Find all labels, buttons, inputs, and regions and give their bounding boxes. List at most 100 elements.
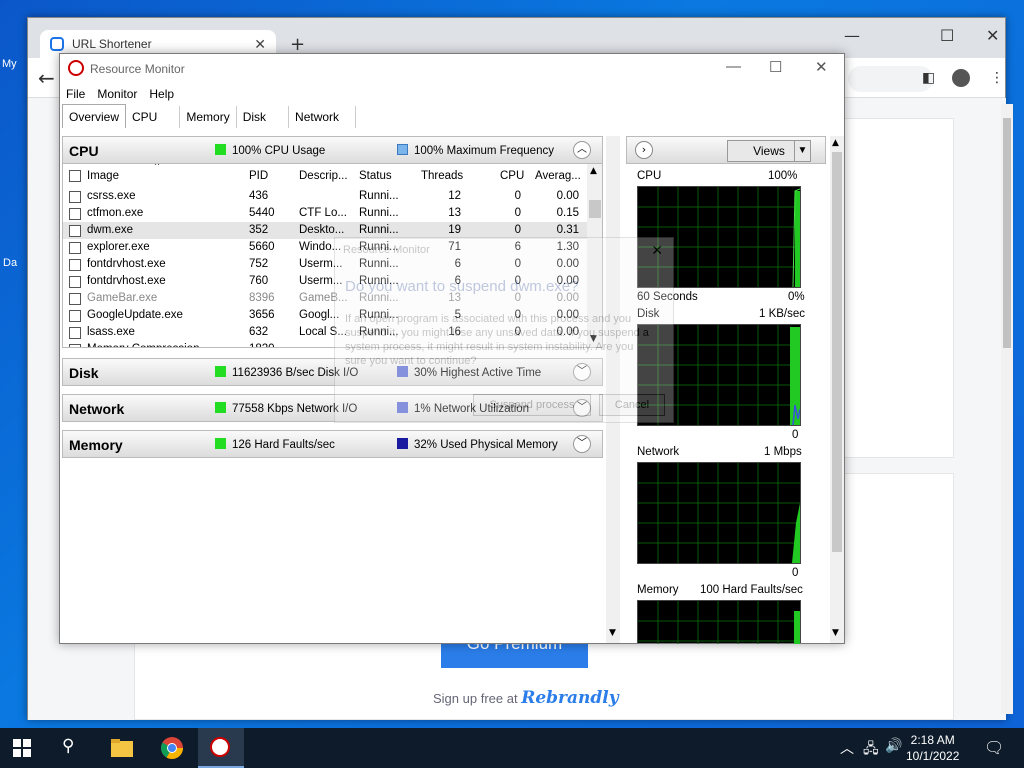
- tab-memory[interactable]: Memory: [180, 106, 237, 128]
- table-row[interactable]: ctfmon.exe 5440 CTF Lo... Runni... 13 0 0.15: [63, 205, 587, 222]
- cell-threads: 12: [448, 190, 461, 202]
- cpu-graph-max: 100%: [768, 170, 798, 182]
- menu-kebab-icon[interactable]: ⋮: [990, 70, 1004, 86]
- minimize-icon[interactable]: —: [726, 58, 741, 75]
- cell-avg: 0.15: [556, 207, 579, 219]
- sort-arrow-icon: ^: [155, 164, 160, 170]
- close-icon[interactable]: ✕: [815, 58, 828, 76]
- tab-network[interactable]: Network: [289, 106, 357, 128]
- tab-overview[interactable]: Overview: [62, 104, 127, 128]
- window-title: Resource Monitor: [90, 62, 185, 76]
- row-checkbox[interactable]: [69, 276, 81, 288]
- memory-graph-max: 100 Hard Faults/sec: [700, 584, 803, 596]
- resource-monitor-taskbar-item[interactable]: [198, 728, 244, 768]
- memory-graph-plot: [638, 601, 800, 644]
- cell-pid: 352: [249, 224, 269, 236]
- signup-line: Sign up free at Rebrandly: [433, 688, 619, 708]
- cell-desc: Deskto...: [299, 224, 345, 236]
- close-tab-icon[interactable]: ✕: [254, 36, 266, 53]
- scrollbar-thumb[interactable]: [1003, 118, 1011, 348]
- cell-threads: 19: [448, 224, 461, 236]
- cell-image: csrss.exe: [87, 190, 136, 202]
- row-checkbox[interactable]: [69, 259, 81, 271]
- start-windows-icon[interactable]: [13, 739, 31, 757]
- cell-image: fontdrvhost.exe: [87, 258, 166, 270]
- table-row[interactable]: csrss.exe 436 Runni... 12 0 0.00: [63, 188, 587, 205]
- cpu-frequency-metric: 100% Maximum Frequency: [397, 144, 554, 157]
- cpu-section-header[interactable]: CPU 100% CPU Usage 100% Maximum Frequenc…: [62, 136, 603, 164]
- col-average[interactable]: Averag...: [535, 170, 581, 182]
- clock-time: 2:18 AM: [910, 733, 955, 747]
- maximize-icon[interactable]: ☐: [940, 26, 954, 45]
- page-scrollbar[interactable]: [1001, 104, 1013, 714]
- cell-image: Memory Compression: [87, 343, 237, 347]
- row-checkbox[interactable]: [69, 191, 81, 203]
- network-icon[interactable]: 🖧: [863, 738, 879, 762]
- scrollbar-thumb[interactable]: [832, 152, 842, 552]
- col-cpu[interactable]: CPU: [500, 170, 524, 182]
- maximize-icon[interactable]: ☐: [769, 58, 782, 76]
- select-all-checkbox[interactable]: [69, 170, 81, 182]
- col-image[interactable]: Image: [87, 170, 119, 182]
- cell-pid: 5660: [249, 241, 275, 253]
- cell-threads: 13: [448, 207, 461, 219]
- section-title: Network: [69, 401, 125, 417]
- minimize-icon[interactable]: —: [844, 26, 860, 45]
- desktop-icon-label[interactable]: My: [2, 58, 17, 70]
- views-dropdown[interactable]: Views ▼: [727, 140, 811, 162]
- menu-file[interactable]: File: [60, 84, 91, 104]
- row-checkbox[interactable]: [69, 242, 81, 254]
- tab-cpu[interactable]: CPU: [126, 106, 181, 128]
- menu-monitor[interactable]: Monitor: [91, 84, 143, 104]
- cell-avg: 0.31: [556, 224, 579, 236]
- menu-help[interactable]: Help: [143, 84, 180, 104]
- show-hidden-icons-chevron-icon[interactable]: ︿: [840, 738, 854, 758]
- scrollbar-thumb[interactable]: [589, 200, 601, 218]
- file-explorer-icon[interactable]: [110, 736, 134, 760]
- title-bar: Resource Monitor — ☐ ✕: [60, 54, 844, 84]
- cell-image: fontdrvhost.exe: [87, 275, 166, 287]
- row-checkbox[interactable]: [69, 208, 81, 220]
- memory-graph-label: Memory: [637, 584, 679, 596]
- profile-avatar-icon[interactable]: [952, 69, 970, 87]
- collapse-pane-arrow-icon[interactable]: ›: [635, 141, 653, 159]
- col-pid[interactable]: PID: [249, 170, 268, 182]
- col-description[interactable]: Descrip...: [299, 170, 348, 182]
- cpu-graph-min: 0%: [788, 291, 805, 303]
- cell-desc: CTF Lo...: [299, 207, 347, 219]
- side-panel-icon[interactable]: ◧: [922, 70, 935, 86]
- col-threads[interactable]: Threads: [421, 170, 463, 182]
- cell-status: Runni...: [359, 224, 399, 236]
- section-title: Disk: [69, 365, 99, 381]
- volume-icon[interactable]: 🔊: [885, 738, 902, 754]
- system-clock[interactable]: 2:18 AM 10/1/2022: [906, 732, 959, 764]
- expand-chevron-down-icon[interactable]: ﹀: [573, 435, 591, 453]
- cancel-button[interactable]: Cancel: [599, 394, 665, 416]
- notifications-icon[interactable]: 🗨: [984, 738, 1004, 757]
- desktop-icon-label[interactable]: Da: [3, 257, 17, 269]
- cell-status: Runni...: [359, 190, 399, 202]
- network-graph-max: 1 Mbps: [764, 446, 802, 458]
- rebrandly-link[interactable]: Rebrandly: [521, 688, 618, 708]
- graph-pane-scrollbar[interactable]: ▲ ▼: [830, 136, 844, 643]
- collapse-chevron-up-icon[interactable]: ︿: [573, 141, 591, 159]
- row-checkbox[interactable]: [69, 310, 81, 322]
- col-status[interactable]: Status: [359, 170, 392, 182]
- new-tab-button[interactable]: +: [290, 34, 305, 55]
- row-checkbox[interactable]: [69, 327, 81, 339]
- resource-monitor-logo-icon: [210, 737, 230, 757]
- back-arrow-icon[interactable]: ←: [38, 66, 55, 90]
- section-title: Memory: [69, 437, 123, 453]
- chrome-icon[interactable]: [160, 736, 184, 760]
- row-checkbox[interactable]: [69, 344, 81, 347]
- taskbar: ⚲ ︿ 🖧 🔊 2:18 AM 10/1/2022 🗨: [0, 728, 1024, 768]
- search-icon[interactable]: ⚲: [62, 736, 86, 760]
- close-icon[interactable]: ✕: [986, 26, 999, 45]
- close-icon[interactable]: ✕: [651, 242, 663, 259]
- memory-section-header[interactable]: Memory 126 Hard Faults/sec 32% Used Phys…: [62, 430, 603, 458]
- row-checkbox[interactable]: [69, 293, 81, 305]
- address-bar[interactable]: [848, 66, 933, 92]
- row-checkbox[interactable]: [69, 225, 81, 237]
- tab-disk[interactable]: Disk: [237, 106, 290, 128]
- suspend-process-button[interactable]: Suspend process: [473, 394, 591, 416]
